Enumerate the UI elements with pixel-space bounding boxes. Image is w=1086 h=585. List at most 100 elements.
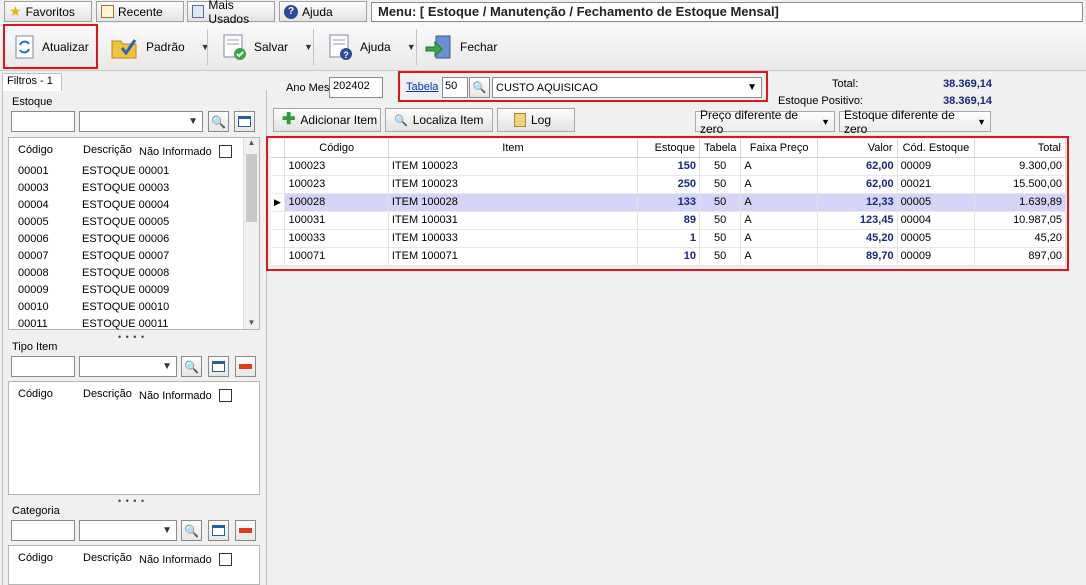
ajuda-top-button[interactable]: ? Ajuda — [279, 1, 367, 22]
col-valor-header[interactable]: Valor — [817, 139, 898, 158]
list-item[interactable]: 00006 ESTOQUE 00006 — [9, 230, 239, 247]
cell-estoque[interactable]: 250 — [637, 175, 700, 194]
preco-filter-dropdown[interactable]: Preço diferente de zero ▼ — [695, 108, 835, 136]
cell-tabela[interactable]: 50 — [699, 247, 742, 266]
row-indicator[interactable] — [271, 247, 286, 266]
list-item[interactable]: 00009 ESTOQUE 00009 — [9, 281, 239, 298]
salvar-dropdown-icon[interactable]: ▼ — [304, 42, 313, 52]
nao-informado-checkbox[interactable]: Não Informado — [139, 389, 232, 402]
categoria-select-button[interactable] — [208, 520, 229, 541]
tipo-item-combo[interactable]: ▼ — [79, 356, 177, 377]
tipo-item-code-input[interactable] — [11, 356, 75, 377]
col-codigo-header[interactable]: Código — [284, 139, 389, 158]
estoque-search-button[interactable]: 🔍 — [208, 111, 229, 132]
cell-item[interactable]: ITEM 100028 — [388, 193, 639, 212]
cell-total[interactable]: 897,00 — [974, 247, 1066, 266]
col-cod-estoque-header[interactable]: Cód. Estoque — [897, 139, 976, 158]
categoria-code-input[interactable] — [11, 520, 75, 541]
list-item[interactable]: 00005 ESTOQUE 00005 — [9, 213, 239, 230]
atualizar-button[interactable]: Atualizar — [14, 28, 89, 66]
cell-codigo[interactable]: 100031 — [284, 211, 389, 230]
list-item[interactable]: 00010 ESTOQUE 00010 — [9, 298, 239, 315]
scrollbar[interactable]: ▲ ▼ — [243, 138, 259, 329]
adicionar-item-button[interactable]: ✚ Adicionar Item — [273, 108, 381, 132]
splitter[interactable]: • • • • — [118, 496, 145, 506]
cell-cod-estoque[interactable]: 00005 — [897, 229, 976, 248]
checkbox[interactable] — [218, 553, 232, 566]
cell-valor[interactable]: 123,45 — [817, 211, 898, 230]
cell-faixa-preco[interactable]: A — [740, 157, 818, 176]
categoria-search-button[interactable]: 🔍 — [181, 520, 202, 541]
cell-item[interactable]: ITEM 100023 — [388, 175, 639, 194]
cell-codigo[interactable]: 100023 — [284, 175, 389, 194]
favoritos-button[interactable]: ★ Favoritos — [4, 1, 92, 22]
tipo-item-search-button[interactable]: 🔍 — [181, 356, 202, 377]
cell-cod-estoque[interactable]: 00009 — [897, 157, 976, 176]
cell-cod-estoque[interactable]: 00005 — [897, 193, 976, 212]
fechar-button[interactable]: Fechar — [424, 28, 497, 66]
cell-total[interactable]: 9.300,00 — [974, 157, 1066, 176]
cell-cod-estoque[interactable]: 00004 — [897, 211, 976, 230]
row-indicator[interactable] — [271, 157, 286, 176]
cell-valor[interactable]: 89,70 — [817, 247, 898, 266]
ajuda-dropdown-icon[interactable]: ▼ — [407, 42, 416, 52]
cell-item[interactable]: ITEM 100023 — [388, 157, 639, 176]
col-estoque-header[interactable]: Estoque — [637, 139, 700, 158]
col-item-header[interactable]: Item — [388, 139, 639, 158]
table-row[interactable]: 100023 ITEM 100023 150 50 A 62,00 00009 9.300,0… — [271, 157, 1066, 176]
tab-filtros[interactable]: Filtros - 1 — [2, 73, 62, 91]
cell-cod-estoque[interactable]: 00021 — [897, 175, 976, 194]
table-row[interactable]: 100033 ITEM 100033 1 50 A 45,20 00005 45,20 — [271, 229, 1066, 248]
cell-valor[interactable]: 45,20 — [817, 229, 898, 248]
cell-total[interactable]: 10.987,05 — [974, 211, 1066, 230]
row-indicator[interactable] — [271, 211, 286, 230]
cell-faixa-preco[interactable]: A — [740, 247, 818, 266]
nao-informado-checkbox[interactable]: Não Informado — [139, 145, 232, 158]
cell-estoque[interactable]: 150 — [637, 157, 700, 176]
cell-item[interactable]: ITEM 100071 — [388, 247, 639, 266]
col-total-header[interactable]: Total — [974, 139, 1066, 158]
list-item[interactable]: 00003 ESTOQUE 00003 — [9, 179, 239, 196]
tabela-link[interactable]: Tabela — [406, 81, 438, 93]
tabela-combo[interactable]: CUSTO AQUISICAO ▼ — [492, 77, 762, 98]
tabela-code-input[interactable]: 50 — [442, 77, 468, 98]
checkbox[interactable] — [218, 389, 232, 402]
col-faixa-preco-header[interactable]: Faixa Preço — [740, 139, 818, 158]
list-item[interactable]: 00004 ESTOQUE 00004 — [9, 196, 239, 213]
cell-faixa-preco[interactable]: A — [740, 193, 818, 212]
list-item[interactable]: 00001 ESTOQUE 00001 — [9, 162, 239, 179]
cell-tabela[interactable]: 50 — [699, 229, 742, 248]
cell-faixa-preco[interactable]: A — [740, 229, 818, 248]
cell-valor[interactable]: 62,00 — [817, 175, 898, 194]
cell-codigo[interactable]: 100028 — [284, 193, 389, 212]
ano-mes-input[interactable]: 202402 — [329, 77, 383, 98]
cell-codigo[interactable]: 100071 — [284, 247, 389, 266]
categoria-clear-button[interactable] — [235, 520, 256, 541]
scroll-down-icon[interactable]: ▼ — [244, 318, 259, 327]
tabela-search-button[interactable]: 🔍 — [469, 77, 490, 98]
localiza-item-button[interactable]: 🔍 Localiza Item — [385, 108, 493, 132]
cell-estoque[interactable]: 89 — [637, 211, 700, 230]
cell-codigo[interactable]: 100023 — [284, 157, 389, 176]
scroll-up-icon[interactable]: ▲ — [244, 138, 259, 147]
estoque-filter-dropdown[interactable]: Estoque diferente de zero ▼ — [839, 108, 991, 136]
cell-item[interactable]: ITEM 100033 — [388, 229, 639, 248]
list-item[interactable]: 00007 ESTOQUE 00007 — [9, 247, 239, 264]
estoque-combo[interactable]: ▼ — [79, 111, 203, 132]
cell-faixa-preco[interactable]: A — [740, 175, 818, 194]
cell-item[interactable]: ITEM 100031 — [388, 211, 639, 230]
row-indicator[interactable]: ▶ — [271, 193, 286, 212]
nao-informado-checkbox[interactable]: Não Informado — [139, 553, 232, 566]
cell-tabela[interactable]: 50 — [699, 211, 742, 230]
cell-faixa-preco[interactable]: A — [740, 211, 818, 230]
estoque-select-button[interactable] — [234, 111, 255, 132]
table-row[interactable]: 100023 ITEM 100023 250 50 A 62,00 00021 15.500,… — [271, 175, 1066, 194]
mais-usados-button[interactable]: Mais Usados — [187, 0, 275, 26]
table-row[interactable]: 100031 ITEM 100031 89 50 A 123,45 00004 10.987,… — [271, 211, 1066, 230]
cell-valor[interactable]: 62,00 — [817, 157, 898, 176]
cell-tabela[interactable]: 50 — [699, 175, 742, 194]
list-item[interactable]: 00011 ESTOQUE 00011 — [9, 315, 239, 332]
cell-estoque[interactable]: 10 — [637, 247, 700, 266]
cell-total[interactable]: 1.639,89 — [974, 193, 1066, 212]
row-indicator[interactable] — [271, 175, 286, 194]
